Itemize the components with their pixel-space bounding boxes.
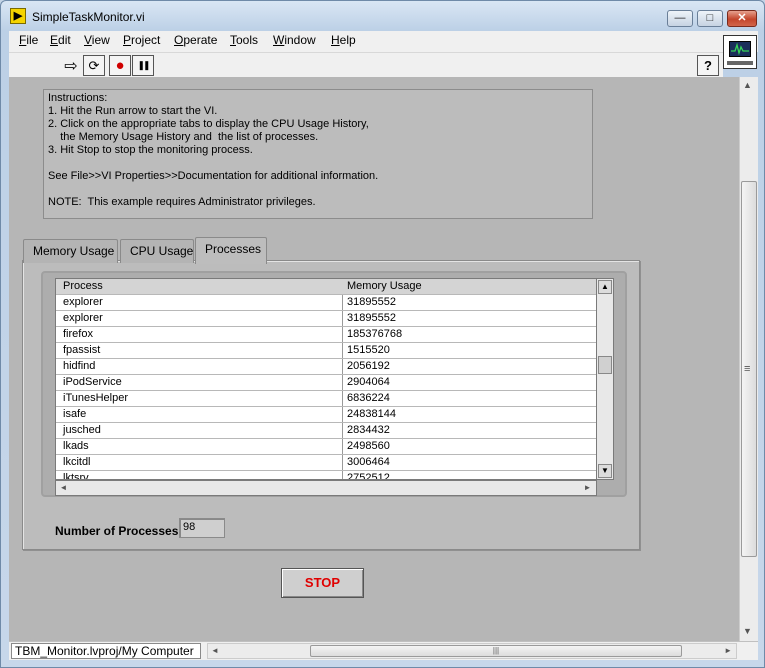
header-memory-usage[interactable]: Memory Usage (347, 280, 422, 292)
process-name: firefox (63, 328, 93, 340)
scroll-left-arrow-icon[interactable]: ◄ (57, 482, 70, 494)
table-row[interactable]: lkcitdl 3006464 (56, 455, 608, 471)
memory-usage-value: 31895552 (347, 296, 396, 308)
memory-usage-value: 31895552 (347, 312, 396, 324)
window-title: SimpleTaskMonitor.vi (32, 10, 145, 24)
process-name: iPodService (63, 376, 122, 388)
menu-project[interactable]: Project (121, 33, 162, 47)
main-window: ▶ SimpleTaskMonitor.vi — □ ✕ File Edit V… (0, 0, 765, 668)
panel-horizontal-thumb[interactable]: ||| (310, 645, 682, 657)
toolbar: ⇨ ⟳ ● ❚❚ ? (9, 52, 723, 77)
memory-usage-value: 2498560 (347, 440, 390, 452)
process-name: lktsrv (63, 472, 89, 480)
processes-table: Process Memory Usage explorer 31895552 ex… (55, 278, 609, 480)
title-bar: ▶ SimpleTaskMonitor.vi — □ ✕ (1, 1, 764, 31)
status-bar: TBM_Monitor.lvproj/My Computer ◄ ||| ► (9, 641, 758, 660)
table-row[interactable]: iPodService 2904064 (56, 375, 608, 391)
run-arrow-icon[interactable]: ⇨ (60, 55, 82, 76)
pause-icon[interactable]: ❚❚ (132, 55, 154, 76)
memory-usage-value: 2834432 (347, 424, 390, 436)
table-row[interactable]: explorer 31895552 (56, 295, 608, 311)
header-process[interactable]: Process (63, 280, 103, 292)
process-name: hidfind (63, 360, 96, 372)
tab-cpu-usage[interactable]: CPU Usage (120, 239, 194, 263)
front-panel: Instructions: 1. Hit the Run arrow to st… (9, 77, 739, 641)
memory-usage-value: 6836224 (347, 392, 390, 404)
table-row[interactable]: lktsrv 2752512 (56, 471, 608, 480)
close-button[interactable]: ✕ (727, 10, 757, 27)
table-row[interactable]: firefox 185376768 (56, 327, 608, 343)
table-scroll-thumb[interactable] (598, 356, 612, 374)
minimize-button[interactable]: — (667, 10, 693, 27)
process-name: isafe (63, 408, 87, 420)
menu-help[interactable]: Help (329, 33, 358, 47)
table-row[interactable]: explorer 31895552 (56, 311, 608, 327)
menu-file[interactable]: File (17, 33, 40, 47)
process-name: explorer (63, 312, 103, 324)
process-name: iTunesHelper (63, 392, 129, 404)
stop-button[interactable]: STOP (281, 568, 364, 598)
instructions-text: Instructions: 1. Hit the Run arrow to st… (43, 89, 593, 219)
maximize-button[interactable]: □ (697, 10, 723, 27)
memory-usage-value: 1515520 (347, 344, 390, 356)
scroll-right-arrow-icon[interactable]: ► (581, 482, 594, 494)
menu-view[interactable]: View (82, 33, 112, 47)
vi-connector-icon[interactable] (723, 35, 757, 69)
memory-usage-value: 185376768 (347, 328, 403, 340)
memory-usage-value: 3006464 (347, 456, 390, 468)
scroll-up-arrow-icon[interactable]: ▲ (743, 80, 752, 90)
panel-vertical-scrollbar[interactable]: ▲ ≡ ▼ (739, 77, 758, 641)
table-row[interactable]: jusched 2834432 (56, 423, 608, 439)
table-row[interactable]: iTunesHelper 6836224 (56, 391, 608, 407)
memory-usage-value: 2904064 (347, 376, 390, 388)
context-help-icon[interactable]: ? (697, 55, 719, 76)
menu-edit[interactable]: Edit (48, 33, 73, 47)
table-row[interactable]: lkads 2498560 (56, 439, 608, 455)
scroll-down-arrow-icon[interactable]: ▼ (743, 626, 752, 636)
scroll-right-arrow-icon[interactable]: ► (724, 646, 732, 655)
table-vertical-scrollbar[interactable]: ▲ ▼ (596, 278, 614, 480)
process-name: explorer (63, 296, 103, 308)
process-name: lkcitdl (63, 456, 91, 468)
scroll-down-arrow-icon[interactable]: ▼ (598, 464, 612, 478)
process-name: lkads (63, 440, 89, 452)
abort-execution-icon[interactable]: ● (109, 55, 131, 76)
tab-memory-usage[interactable]: Memory Usage (23, 239, 118, 263)
table-header: Process Memory Usage (56, 279, 608, 295)
project-path: TBM_Monitor.lvproj/My Computer (11, 643, 201, 659)
memory-usage-value: 24838144 (347, 408, 396, 420)
table-horizontal-scrollbar[interactable]: ◄ ► (55, 480, 597, 496)
scroll-up-arrow-icon[interactable]: ▲ (598, 280, 612, 294)
process-name: fpassist (63, 344, 101, 356)
processes-table-frame: Process Memory Usage explorer 31895552 ex… (41, 271, 627, 497)
scroll-grip-icon: ≡ (744, 363, 751, 375)
process-name: jusched (63, 424, 101, 436)
table-row[interactable]: hidfind 2056192 (56, 359, 608, 375)
run-continuously-icon[interactable]: ⟳ (83, 55, 105, 76)
tab-processes[interactable]: Processes (195, 237, 267, 264)
table-row[interactable]: isafe 24838144 (56, 407, 608, 423)
menu-bar: File Edit View Project Operate Tools Win… (9, 31, 758, 52)
menu-tools[interactable]: Tools (228, 33, 260, 47)
menu-operate[interactable]: Operate (172, 33, 219, 47)
monitor-base (727, 61, 753, 65)
monitor-graph-icon (729, 41, 751, 57)
panel-horizontal-scrollbar[interactable]: ◄ ||| ► (207, 643, 737, 659)
memory-usage-value: 2056192 (347, 360, 390, 372)
scroll-left-arrow-icon[interactable]: ◄ (211, 646, 219, 655)
table-row[interactable]: fpassist 1515520 (56, 343, 608, 359)
labview-vi-icon[interactable]: ▶ (10, 8, 26, 24)
number-of-processes-label: Number of Processes: (55, 524, 183, 538)
number-of-processes-indicator: 98 (179, 518, 225, 538)
menu-window[interactable]: Window (271, 33, 318, 47)
memory-usage-value: 2752512 (347, 472, 390, 480)
